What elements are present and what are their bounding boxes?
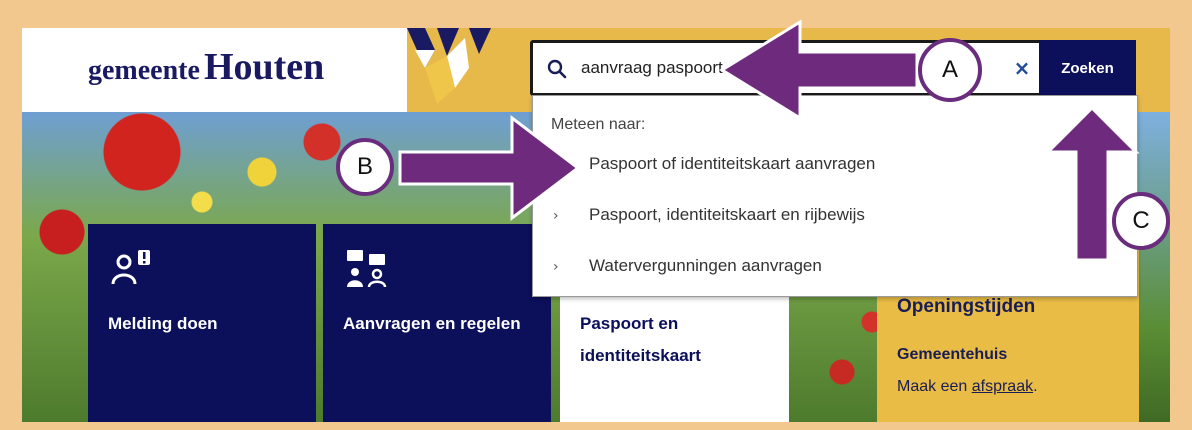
search-button[interactable]: Zoeken [1039,40,1136,96]
search-icon [547,59,567,79]
screenshot-frame: gemeente Houten Melding doen Aanvragen e… [22,28,1170,422]
tile-label: Aanvragen en regelen [343,314,521,333]
search-bar: × Zoeken [530,40,1136,96]
hero-image-edge [1138,112,1170,422]
suggestion-item[interactable]: › Watervergunningen aanvragen [553,256,1113,286]
hours-subtitle: Gemeentehuis [897,346,1008,363]
chevron-right-icon: › [553,208,559,224]
tile-melding-doen[interactable]: Melding doen [88,224,316,422]
clear-search-icon[interactable]: × [1011,57,1033,79]
coat-of-arms-icon [407,28,497,112]
suggestions-heading: Meteen naar: [551,116,646,133]
chevron-right-icon: › [553,259,559,275]
suggestion-label: Watervergunningen aanvragen [589,256,822,275]
hours-text-before: Maak een [897,378,972,395]
tile-aanvragen-regelen[interactable]: Aanvragen en regelen [323,224,551,422]
site-logo[interactable]: gemeente Houten [88,45,324,89]
annotation-a: A [918,38,982,102]
afspraak-link[interactable]: afspraak [972,378,1033,395]
suggestion-label: Paspoort of identiteitskaart aanvragen [589,154,876,173]
suggestion-label: Paspoort, identiteitskaart en rijbewijs [589,205,865,224]
person-alert-icon [111,250,150,285]
people-chat-icon [347,250,387,288]
hours-title: Openingstijden [897,296,1036,317]
logo-prefix: gemeente [88,55,200,86]
tile-label: Paspoort en identiteitskaart [580,314,701,365]
annotation-b: B [336,138,394,196]
logo-area[interactable]: gemeente Houten [22,28,412,112]
hours-text-after: . [1033,378,1038,395]
hours-text: Maak een afspraak. [897,378,1038,396]
suggestion-item[interactable]: › Paspoort, identiteitskaart en rijbewijs [553,205,1113,235]
search-suggestions: Meteen naar: Paspoort of identiteitskaar… [532,95,1138,297]
suggestion-item[interactable]: Paspoort of identiteitskaart aanvragen [553,154,1113,184]
annotation-c: C [1112,192,1170,250]
tile-label: Melding doen [108,314,218,333]
logo-name: Houten [203,46,325,88]
